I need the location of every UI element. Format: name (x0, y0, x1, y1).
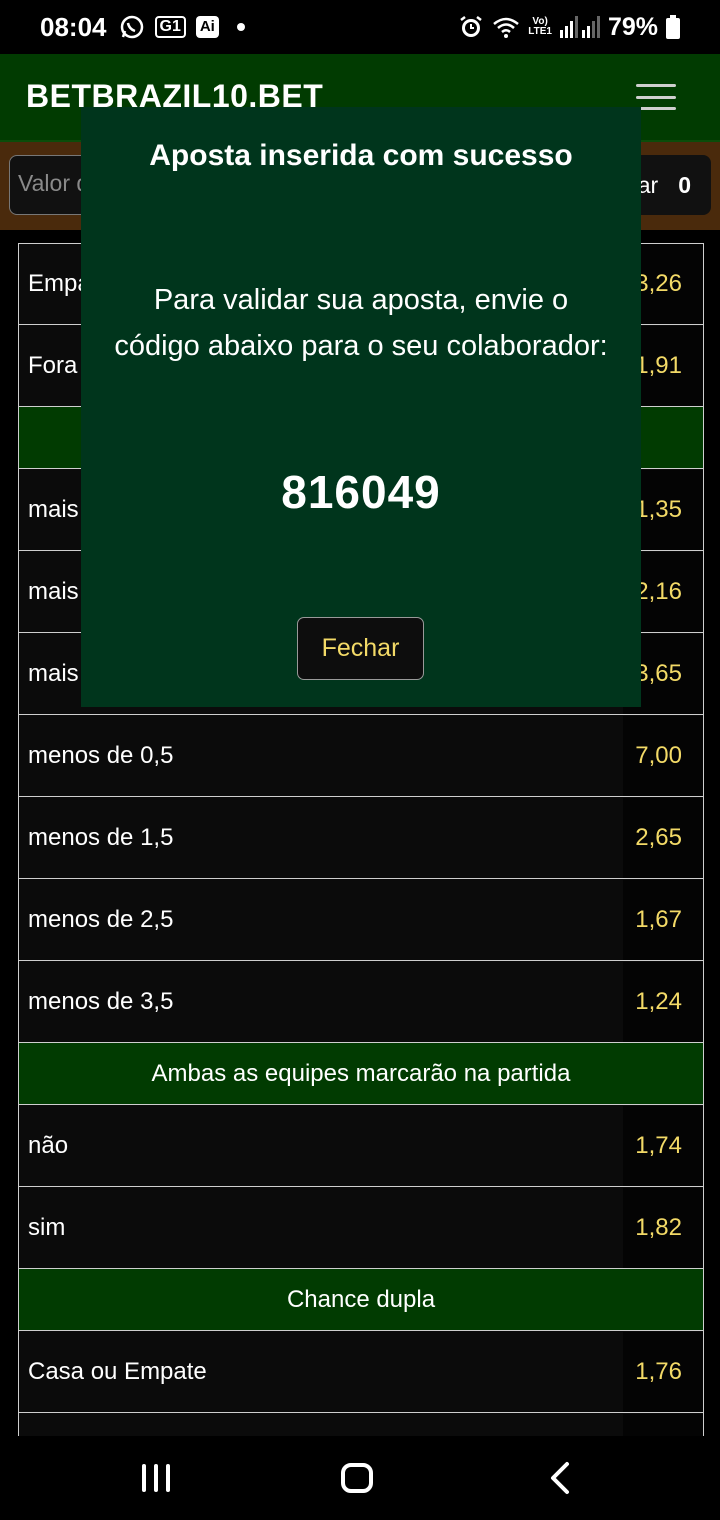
odds-label: menos de 0,5 (28, 741, 174, 769)
market-section-header: Chance dupla (18, 1269, 704, 1331)
odds-row[interactable] (18, 1413, 704, 1436)
home-icon[interactable] (297, 1436, 417, 1520)
odds-label: menos de 3,5 (28, 987, 174, 1015)
g1-icon: G1 (154, 16, 186, 38)
odds-label: Casa ou Empate (28, 1357, 207, 1385)
odds-value[interactable]: 1,82 (623, 1187, 703, 1268)
signal-icon (559, 16, 600, 38)
odds-value[interactable]: 1,74 (623, 1105, 703, 1186)
battery-icon (666, 15, 680, 39)
hamburger-icon[interactable] (636, 84, 676, 110)
odds-value[interactable]: 1,24 (623, 961, 703, 1042)
odds-label: não (28, 1131, 69, 1159)
market-section-header: Ambas as equipes marcarão na partida (18, 1043, 704, 1105)
alarm-icon (458, 14, 484, 40)
bet-success-modal: Aposta inserida com sucesso Para validar… (81, 107, 641, 707)
modal-title: Aposta inserida com sucesso (149, 139, 573, 172)
odds-label: mais (28, 577, 79, 605)
odds-label: menos de 2,5 (28, 905, 174, 933)
odds-value[interactable] (623, 1413, 703, 1436)
odds-row[interactable]: Casa ou Empate 1,76 (18, 1331, 704, 1413)
back-icon[interactable] (500, 1436, 620, 1520)
odds-row[interactable]: menos de 1,5 2,65 (18, 797, 704, 879)
ai-icon: Ai (195, 16, 219, 38)
odds-row[interactable]: sim 1,82 (18, 1187, 704, 1269)
odds-value[interactable]: 2,65 (623, 797, 703, 878)
network-type: Vo) LTE1 (528, 16, 552, 37)
recents-icon[interactable] (96, 1436, 216, 1520)
status-time: 08:04 (40, 11, 107, 42)
whatsapp-icon (119, 14, 145, 40)
odds-value[interactable]: 1,76 (623, 1331, 703, 1412)
odds-label: menos de 1,5 (28, 823, 174, 851)
more-notifications-dot-icon (236, 23, 245, 31)
notification-icons: G1 Ai (119, 14, 245, 40)
selection-count: 0 (678, 171, 691, 198)
system-nav-bar (0, 1436, 720, 1520)
close-button[interactable]: Fechar (297, 617, 424, 680)
odds-row[interactable]: menos de 2,5 1,67 (18, 879, 704, 961)
odds-row[interactable]: menos de 3,5 1,24 (18, 961, 704, 1043)
modal-message: Para validar sua aposta, envie o código … (114, 284, 608, 362)
wifi-icon (492, 15, 520, 39)
odds-label: mais (28, 659, 79, 687)
battery-level: 79% (607, 12, 658, 41)
odds-row[interactable]: não 1,74 (18, 1105, 704, 1187)
system-icons: Vo) LTE1 79% (458, 0, 680, 54)
odds-label: sim (28, 1213, 66, 1241)
odds-value[interactable]: 1,67 (623, 879, 703, 960)
odds-label: mais (28, 495, 79, 523)
odds-value[interactable]: 7,00 (623, 715, 703, 796)
odds-row[interactable]: menos de 0,5 7,00 (18, 715, 704, 797)
bet-code: 816049 (281, 466, 441, 518)
status-bar: 08:04 G1 Ai Vo) LTE1 79% (0, 0, 720, 54)
odds-label: Fora (28, 351, 78, 379)
